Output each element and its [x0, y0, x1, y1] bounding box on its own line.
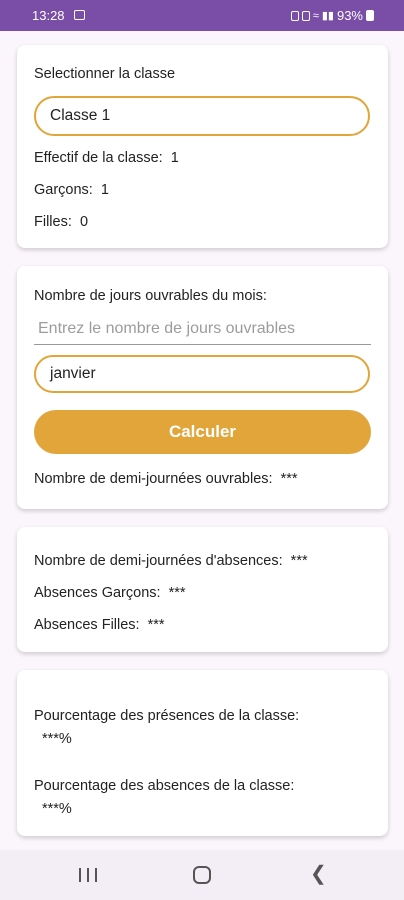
- system-nav-bar: ❮: [0, 850, 404, 900]
- demi-absences-label: Nombre de demi-journées d'absences:: [34, 553, 283, 569]
- absences-garcons-value: ***: [168, 585, 186, 601]
- class-card: Selectionner la classe Classe 1 Effectif…: [17, 45, 388, 248]
- status-bar: 13:28 ≈ ▮▮ 93%: [0, 0, 404, 31]
- filles-value: 0: [79, 214, 89, 230]
- month-select[interactable]: janvier: [34, 355, 370, 393]
- demi-absences-value: ***: [290, 553, 308, 569]
- home-icon[interactable]: [193, 866, 211, 884]
- wifi-icon: ≈: [312, 9, 319, 22]
- class-select-value: Classe 1: [50, 107, 111, 124]
- garcons-label: Garçons:: [34, 182, 93, 198]
- absences-filles-label: Absences Filles:: [34, 617, 140, 633]
- sim-icon: [301, 10, 310, 21]
- demi-absences-row: Nombre de demi-journées d'absences: ***: [34, 553, 308, 569]
- absences-filles-value: ***: [147, 617, 165, 633]
- jours-input[interactable]: [34, 314, 371, 345]
- recent-apps-icon[interactable]: [79, 868, 97, 882]
- demi-journees-label: Nombre de demi-journées ouvrables:: [34, 471, 273, 487]
- absence-value: ***%: [42, 801, 72, 817]
- days-card: Nombre de jours ouvrables du mois: janvi…: [17, 266, 388, 509]
- lock-icon: [290, 10, 299, 21]
- battery-icon: [366, 10, 374, 21]
- garcons-row: Garçons: 1: [34, 182, 109, 198]
- class-select[interactable]: Classe 1: [34, 96, 370, 136]
- filles-row: Filles: 0: [34, 214, 88, 230]
- absences-filles-row: Absences Filles: ***: [34, 617, 165, 633]
- absence-label: Pourcentage des absences de la classe:: [34, 778, 295, 794]
- demi-journees-row: Nombre de demi-journées ouvrables: ***: [34, 471, 298, 487]
- garcons-value: 1: [100, 182, 109, 198]
- jours-label: Nombre de jours ouvrables du mois:: [34, 288, 267, 304]
- effectif-row: Effectif de la classe: 1: [34, 150, 179, 166]
- select-class-label: Selectionner la classe: [34, 66, 176, 82]
- percent-card: Pourcentage des présences de la classe: …: [17, 670, 388, 836]
- effectif-label: Effectif de la classe:: [34, 150, 163, 166]
- gallery-notification-icon: [74, 10, 85, 20]
- back-icon[interactable]: ❮: [310, 864, 327, 884]
- absences-garcons-row: Absences Garçons: ***: [34, 585, 186, 601]
- battery-percent: 93%: [336, 8, 363, 23]
- status-icons: ≈ ▮▮ 93%: [290, 8, 374, 23]
- absences-card: Nombre de demi-journées d'absences: *** …: [17, 527, 388, 652]
- presence-label: Pourcentage des présences de la classe:: [34, 708, 300, 724]
- month-select-value: janvier: [50, 365, 96, 382]
- absences-garcons-label: Absences Garçons:: [34, 585, 161, 601]
- presence-value: ***%: [42, 731, 72, 747]
- demi-journees-value: ***: [280, 471, 298, 487]
- signal-icon: ▮▮: [321, 10, 334, 22]
- calculer-button[interactable]: Calculer: [34, 410, 371, 454]
- status-time: 13:28: [32, 8, 65, 23]
- effectif-value: 1: [170, 150, 179, 166]
- filles-label: Filles:: [34, 214, 72, 230]
